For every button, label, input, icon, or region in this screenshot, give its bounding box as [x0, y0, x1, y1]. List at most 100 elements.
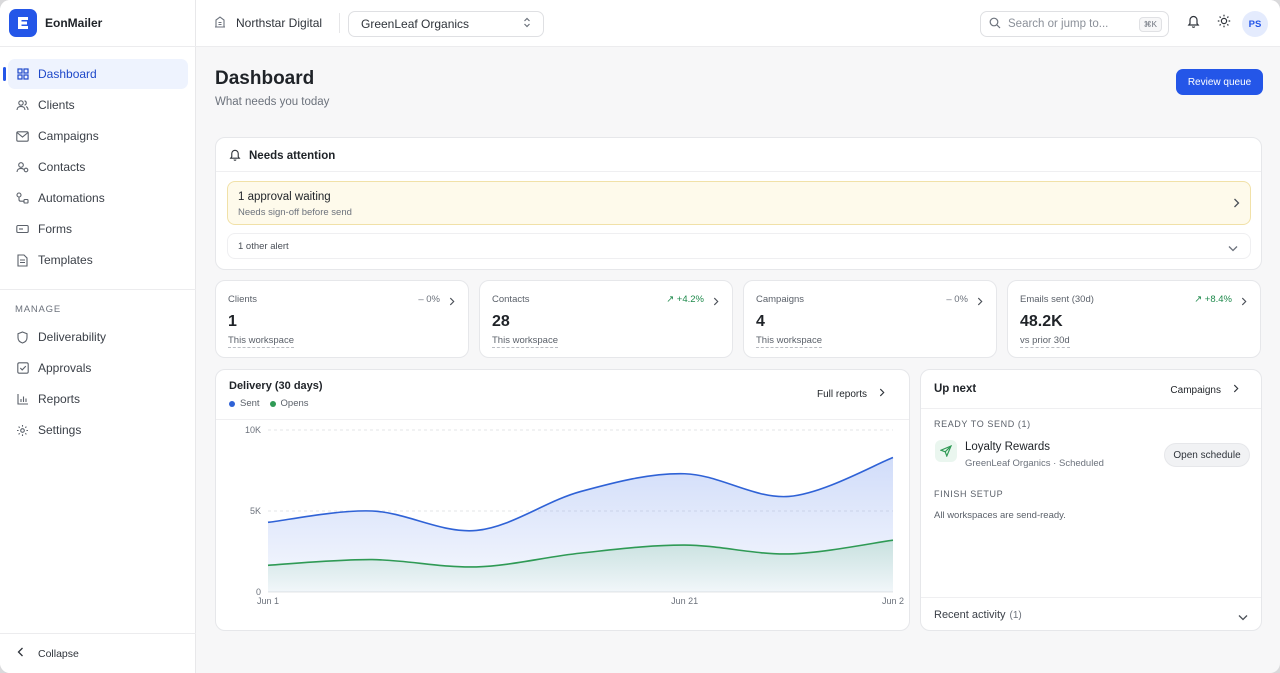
chevron-right-icon [977, 295, 983, 309]
page-subtitle: What needs you today [215, 96, 330, 108]
file-icon [16, 253, 29, 267]
stat-delta: – 0% [418, 294, 440, 305]
divider [216, 171, 1261, 172]
building-icon [214, 15, 226, 31]
org-switcher[interactable]: Northstar Digital [214, 12, 322, 34]
sidebar-item-label: Clients [38, 98, 75, 112]
other-alerts-label: 1 other alert [238, 241, 289, 252]
brand-name: EonMailer [45, 16, 103, 30]
approval-alert[interactable]: 1 approval waiting Needs sign-off before… [227, 181, 1251, 225]
stat-note: This workspace [492, 335, 558, 348]
stat-note: vs prior 30d [1020, 335, 1070, 348]
sidebar-item-label: Dashboard [38, 67, 97, 81]
stat-card-campaigns[interactable]: Campaigns – 0% 4 This workspace [743, 280, 997, 358]
theme-toggle-button[interactable] [1216, 14, 1231, 31]
x-tick-label: Jun 1 [257, 596, 279, 606]
brand-logo [9, 9, 37, 37]
gear-icon [16, 424, 29, 437]
sidebar-item-deliverability[interactable]: Deliverability [8, 322, 188, 352]
stat-label: Campaigns [756, 294, 805, 305]
sidebar-item-label: Deliverability [38, 330, 107, 344]
sidebar-item-label: Automations [38, 191, 105, 205]
stat-card-clients[interactable]: Clients – 0% 1 This workspace [215, 280, 469, 358]
sidebar-item-settings[interactable]: Settings [8, 415, 188, 445]
sidebar-item-forms[interactable]: Forms [8, 214, 188, 244]
send-icon [935, 440, 957, 462]
chevron-right-icon [713, 295, 719, 309]
sidebar-item-label: Approvals [38, 361, 92, 375]
sidebar-item-clients[interactable]: Clients [8, 90, 188, 120]
sidebar-item-label: Templates [38, 253, 93, 267]
workflow-icon [16, 192, 29, 205]
search-box[interactable]: ⌘K [980, 11, 1169, 37]
recent-activity-toggle[interactable]: Recent activity (1) [921, 598, 1261, 631]
up-next-card: Up next Campaigns READY TO SEND (1) Loya… [920, 369, 1262, 631]
section-label-ready: READY TO SEND (1) [934, 419, 1031, 429]
client-select[interactable]: GreenLeaf Organics [348, 11, 544, 37]
divider [339, 13, 340, 33]
legend-item-sent: Sent [229, 398, 260, 409]
stat-value: 48.2K [1020, 313, 1063, 330]
client-select-value: GreenLeaf Organics [361, 17, 470, 31]
divider [0, 289, 196, 290]
delivery-chart-card: Delivery (30 days) Sent Opens Full repor… [215, 369, 910, 631]
search-input[interactable] [1008, 18, 1138, 30]
stat-value: 4 [756, 313, 765, 330]
full-reports-link[interactable]: Full reports [817, 388, 885, 400]
sidebar-item-label: Settings [38, 423, 82, 437]
card-header: Needs attention [229, 148, 335, 164]
stat-note: This workspace [228, 335, 294, 348]
y-tick-label: 10K [245, 425, 261, 435]
sidebar-item-automations[interactable]: Automations [8, 183, 188, 213]
brand[interactable]: EonMailer [9, 9, 102, 37]
open-schedule-button[interactable]: Open schedule [1164, 443, 1250, 467]
app-window: EonMailer Dashboard Clients Campaigns Co… [0, 0, 1280, 673]
search-icon [989, 17, 1001, 32]
bell-icon [229, 148, 241, 164]
notifications-button[interactable] [1186, 15, 1201, 30]
other-alerts-toggle[interactable]: 1 other alert [227, 233, 1251, 259]
stat-label: Clients [228, 294, 258, 305]
campaign-title[interactable]: Loyalty Rewards [965, 441, 1050, 453]
page-title: Dashboard [215, 68, 315, 89]
stat-value: 1 [228, 313, 237, 330]
stat-delta: ↗ +4.2% [666, 294, 704, 305]
divider [0, 46, 196, 47]
alert-title: 1 approval waiting [238, 191, 331, 203]
avatar[interactable]: PS [1242, 11, 1268, 37]
main-nav: Dashboard Clients Campaigns Contacts Aut… [3, 59, 188, 276]
sidebar-item-contacts[interactable]: Contacts [8, 152, 188, 182]
sidebar: EonMailer Dashboard Clients Campaigns Co… [0, 0, 196, 673]
stat-card-emails-sent[interactable]: Emails sent (30d) ↗ +8.4% 48.2K vs prior… [1007, 280, 1261, 358]
campaigns-link[interactable]: Campaigns [1170, 384, 1239, 396]
collapse-button[interactable]: Collapse [0, 633, 196, 673]
sidebar-item-reports[interactable]: Reports [8, 384, 188, 414]
section-label-manage: MANAGE [15, 304, 61, 315]
sidebar-item-label: Contacts [38, 160, 86, 174]
stat-value: 28 [492, 313, 510, 330]
keyboard-shortcut-hint: ⌘K [1138, 17, 1162, 32]
x-tick-label: Jun 21 [671, 596, 698, 606]
chart-title: Delivery (30 days) [229, 380, 323, 392]
contacts-icon [16, 161, 29, 174]
sidebar-item-templates[interactable]: Templates [8, 245, 188, 275]
recent-activity-count: (1) [1009, 610, 1022, 621]
sidebar-item-dashboard[interactable]: Dashboard [3, 59, 188, 89]
sidebar-item-campaigns[interactable]: Campaigns [8, 121, 188, 151]
chevron-left-icon [17, 647, 24, 660]
setup-status-text: All workspaces are send-ready. [934, 510, 1066, 521]
sidebar-item-approvals[interactable]: Approvals [8, 353, 188, 383]
stat-delta: – 0% [946, 294, 968, 305]
chevron-right-icon [1233, 197, 1240, 211]
chevron-down-icon [1228, 241, 1238, 255]
manage-nav: Deliverability Approvals Reports Setting… [8, 322, 188, 446]
check-square-icon [16, 362, 29, 375]
logo-e-icon [18, 17, 28, 29]
chevron-right-icon [1233, 384, 1239, 396]
review-queue-button[interactable]: Review queue [1176, 69, 1263, 95]
shield-icon [16, 330, 29, 344]
campaign-meta: GreenLeaf Organics · Scheduled [965, 458, 1104, 469]
sun-icon [1217, 14, 1231, 31]
stat-card-contacts[interactable]: Contacts ↗ +4.2% 28 This workspace [479, 280, 733, 358]
sidebar-item-label: Forms [38, 222, 72, 236]
